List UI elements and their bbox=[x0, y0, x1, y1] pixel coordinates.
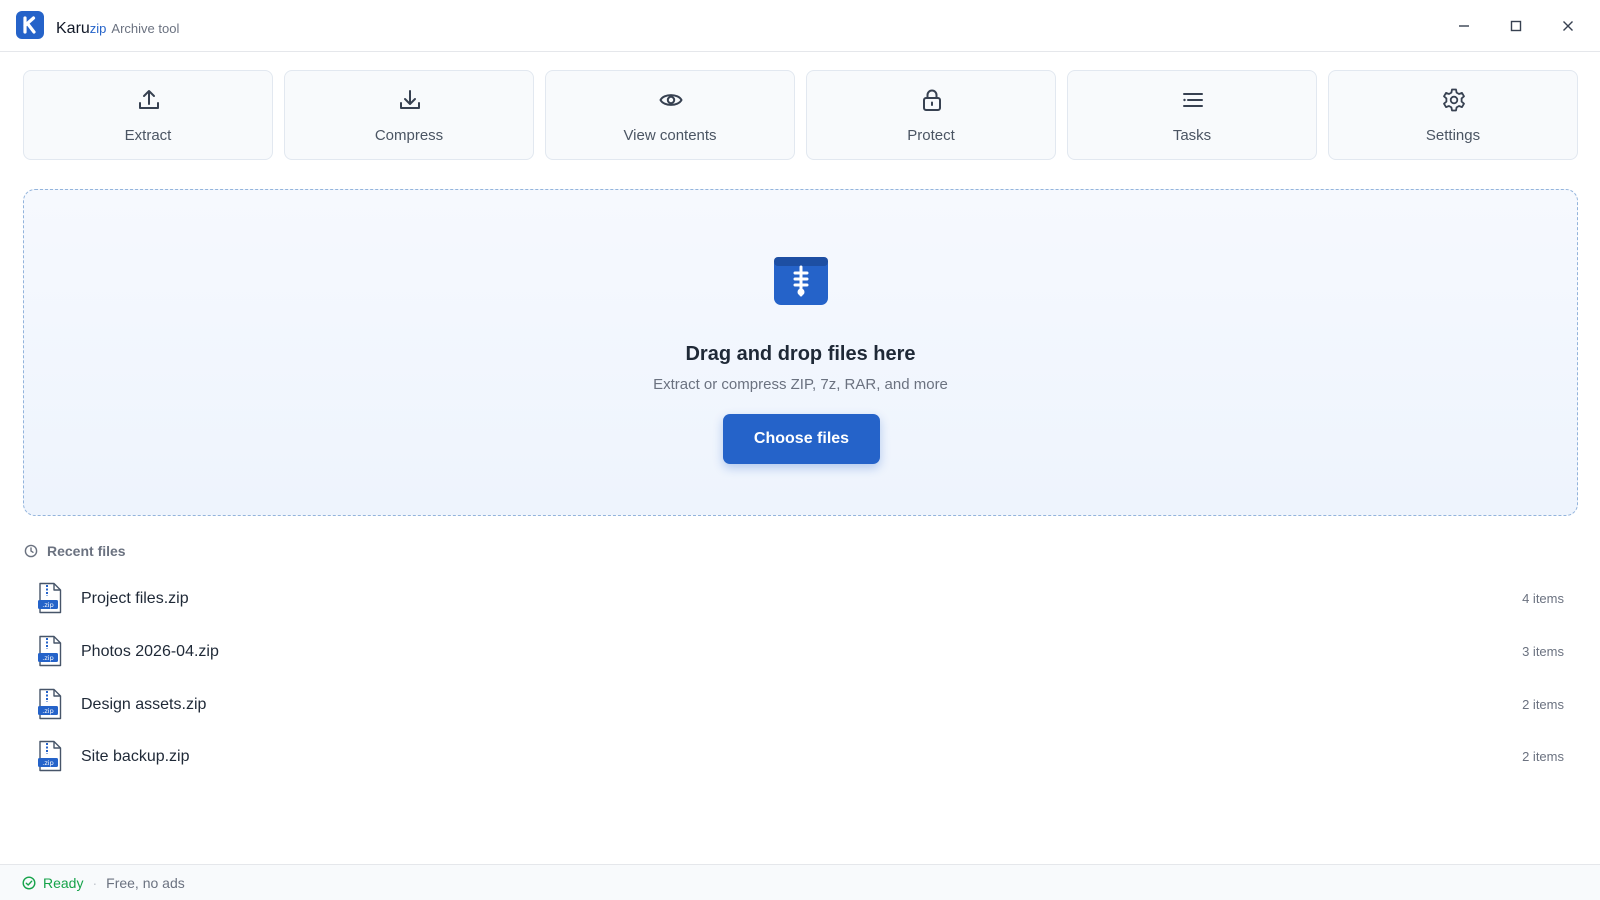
recent-files-header: Recent files bbox=[24, 541, 126, 561]
zip-badge: .zip bbox=[42, 654, 53, 662]
file-item-count: 2 items bbox=[1522, 697, 1564, 712]
zip-file-icon: .zip bbox=[38, 688, 62, 720]
download-icon bbox=[400, 90, 420, 109]
eye-icon bbox=[659, 94, 683, 106]
compress-button[interactable]: Compress bbox=[284, 70, 534, 160]
recent-file-row[interactable]: .zip Project files.zip 4 items bbox=[24, 576, 1576, 620]
zip-file-icon: .zip bbox=[38, 635, 62, 667]
close-icon bbox=[1563, 21, 1573, 31]
file-name: Design assets.zip bbox=[81, 696, 207, 713]
lock-icon bbox=[923, 89, 941, 111]
zip-badge: .zip bbox=[42, 759, 53, 767]
maximize-icon bbox=[1510, 20, 1522, 32]
file-name: Photos 2026-04.zip bbox=[81, 643, 219, 660]
recent-file-row[interactable]: .zip Site backup.zip 2 items bbox=[24, 734, 1576, 778]
status-bar: Ready · Free, no ads bbox=[0, 864, 1600, 900]
view-contents-label: View contents bbox=[623, 127, 717, 144]
dropzone-subtitle: Extract or compress ZIP, 7z, RAR, and mo… bbox=[653, 376, 948, 393]
archive-zipper-icon bbox=[774, 257, 828, 305]
zip-file-icon: .zip bbox=[38, 582, 62, 614]
compress-label: Compress bbox=[374, 127, 444, 144]
file-item-count: 3 items bbox=[1522, 644, 1564, 659]
minimize-icon bbox=[1459, 25, 1469, 27]
extract-button[interactable]: Extract bbox=[23, 70, 273, 160]
app-subtitle: Archive tool bbox=[111, 21, 180, 36]
app-title: Karuzip Archive tool bbox=[56, 19, 179, 39]
list-icon bbox=[1183, 93, 1203, 107]
protect-button[interactable]: Protect bbox=[806, 70, 1056, 160]
dropzone-title: Drag and drop files here bbox=[685, 343, 916, 365]
maximize-button[interactable] bbox=[1504, 14, 1528, 38]
recent-file-row[interactable]: .zip Design assets.zip 2 items bbox=[24, 682, 1576, 726]
close-button[interactable] bbox=[1556, 14, 1580, 38]
app-brand-suffix: zip bbox=[89, 21, 107, 36]
drop-zone[interactable]: Drag and drop files here Extract or comp… bbox=[23, 189, 1578, 516]
file-item-count: 2 items bbox=[1522, 749, 1564, 764]
settings-button[interactable]: Settings bbox=[1328, 70, 1578, 160]
status-separator: · bbox=[92, 874, 98, 891]
status-text: Ready bbox=[43, 874, 84, 891]
gear-icon bbox=[1443, 88, 1465, 112]
recent-files-title: Recent files bbox=[47, 543, 126, 559]
extract-label: Extract bbox=[124, 127, 172, 144]
clock-icon bbox=[24, 544, 38, 558]
choose-files-button[interactable]: Choose files bbox=[723, 414, 880, 464]
upload-icon bbox=[139, 90, 159, 109]
zip-badge: .zip bbox=[42, 707, 53, 715]
app-brand: Karu bbox=[56, 20, 90, 37]
protect-label: Protect bbox=[907, 127, 955, 144]
app-logo-icon bbox=[16, 11, 44, 39]
tasks-label: Tasks bbox=[1172, 127, 1212, 144]
file-name: Project files.zip bbox=[81, 590, 189, 607]
app-window: Karuzip Archive tool Extract Compress Vie… bbox=[0, 0, 1600, 900]
title-bar: Karuzip Archive tool bbox=[0, 0, 1600, 52]
zip-file-icon: .zip bbox=[38, 740, 62, 772]
zip-badge: .zip bbox=[42, 601, 53, 609]
view-contents-button[interactable]: View contents bbox=[545, 70, 795, 160]
file-item-count: 4 items bbox=[1522, 591, 1564, 606]
recent-file-row[interactable]: .zip Photos 2026-04.zip 3 items bbox=[24, 629, 1576, 673]
minimize-button[interactable] bbox=[1452, 14, 1476, 38]
status-note: Free, no ads bbox=[106, 874, 185, 891]
check-circle-icon bbox=[22, 875, 36, 890]
file-name: Site backup.zip bbox=[81, 748, 190, 765]
settings-label: Settings bbox=[1425, 127, 1481, 144]
tasks-button[interactable]: Tasks bbox=[1067, 70, 1317, 160]
